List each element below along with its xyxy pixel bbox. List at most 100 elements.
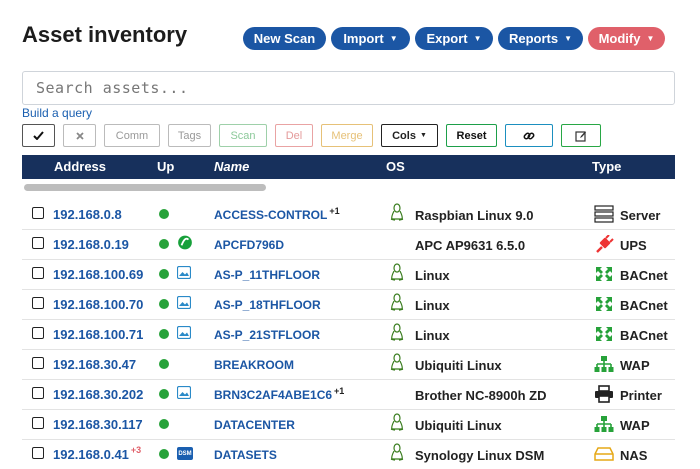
- type-label: BACnet: [620, 268, 668, 283]
- deselect-button[interactable]: [63, 124, 96, 147]
- edit-icon: [575, 130, 586, 142]
- table-row[interactable]: 192.168.0.41 +3 DSM DATASETS Synology Lin…: [22, 439, 675, 469]
- row-checkbox[interactable]: [32, 447, 44, 459]
- status-up-icon: [159, 239, 169, 249]
- column-header-name[interactable]: Name: [214, 159, 249, 174]
- reports-button[interactable]: Reports ▼: [498, 27, 583, 50]
- table-row[interactable]: 192.168.100.70 AS-P_18THFLOOR Linux BACn…: [22, 289, 675, 319]
- asset-name-link[interactable]: APCFD796D: [214, 238, 284, 252]
- merge-button[interactable]: Merge: [321, 124, 373, 147]
- asset-name-link[interactable]: BREAKROOM: [214, 358, 294, 372]
- horizontal-scrollbar[interactable]: [24, 184, 266, 191]
- asset-address-link[interactable]: 192.168.0.41 +3: [53, 445, 141, 462]
- type-label: BACnet: [620, 298, 668, 313]
- type-label: Printer: [620, 388, 662, 403]
- modify-button[interactable]: Modify ▼: [588, 27, 665, 50]
- asset-name-link[interactable]: DATASETS: [214, 448, 277, 462]
- reset-button[interactable]: Reset: [446, 124, 497, 147]
- os-label: Linux: [415, 328, 450, 343]
- linux-icon: [390, 293, 404, 311]
- table-row[interactable]: 192.168.30.202 BRN3C2AF4ABE1C6 +1 Brother…: [22, 379, 675, 409]
- table-row[interactable]: 192.168.0.19 APCFD796D APC AP9631 6.5.0 …: [22, 229, 675, 259]
- table-header: Address Up Name OS Type: [22, 155, 675, 179]
- table-row[interactable]: 192.168.100.71 AS-P_21STFLOOR Linux BACn…: [22, 319, 675, 349]
- link-button[interactable]: [505, 124, 553, 147]
- os-label: Synology Linux DSM: [415, 448, 545, 463]
- asset-table-body: 192.168.0.8 ACCESS-CONTROL +1 Raspbian Li…: [22, 200, 675, 469]
- asset-name-link[interactable]: AS-P_18THFLOOR: [214, 298, 321, 312]
- server-icon: [594, 205, 614, 223]
- status-up-icon: [159, 299, 169, 309]
- row-checkbox[interactable]: [32, 387, 44, 399]
- table-row[interactable]: 192.168.0.8 ACCESS-CONTROL +1 Raspbian Li…: [22, 200, 675, 229]
- check-icon: [33, 131, 44, 140]
- asset-address-link[interactable]: 192.168.0.8: [53, 207, 122, 222]
- asset-address-link[interactable]: 192.168.0.19: [53, 237, 129, 252]
- asset-name-link[interactable]: DATACENTER: [214, 418, 295, 432]
- os-label: Ubiquiti Linux: [415, 418, 502, 433]
- caret-down-icon: ▼: [389, 34, 398, 43]
- type-label: Server: [620, 208, 661, 223]
- asset-name-link[interactable]: BRN3C2AF4ABE1C6 +1: [214, 386, 344, 402]
- column-header-os[interactable]: OS: [386, 159, 405, 174]
- column-header-address[interactable]: Address: [54, 159, 106, 174]
- row-checkbox[interactable]: [32, 357, 44, 369]
- search-input[interactable]: Search assets...: [22, 71, 675, 105]
- tags-button[interactable]: Tags: [168, 124, 211, 147]
- linux-icon: [390, 413, 404, 431]
- asset-address-link[interactable]: 192.168.100.69: [53, 267, 143, 282]
- caret-down-icon: ▼: [646, 34, 655, 43]
- asset-name-link[interactable]: AS-P_11THFLOOR: [214, 268, 320, 282]
- asset-address-link[interactable]: 192.168.30.202: [53, 387, 143, 402]
- os-label: Brother NC-8900h ZD: [415, 388, 547, 403]
- asset-address-link[interactable]: 192.168.30.117: [53, 417, 143, 432]
- asset-address-link[interactable]: 192.168.30.47: [53, 357, 136, 372]
- delete-button[interactable]: Del: [275, 124, 313, 147]
- status-up-icon: [159, 449, 169, 459]
- scan-button[interactable]: Scan: [219, 124, 267, 147]
- build-query-link[interactable]: Build a query: [22, 106, 92, 120]
- asset-address-link[interactable]: 192.168.100.71: [53, 327, 143, 342]
- export-button[interactable]: Export ▼: [415, 27, 493, 50]
- table-row[interactable]: 192.168.30.47 BREAKROOM Ubiquiti Linux W…: [22, 349, 675, 379]
- image-icon: [177, 296, 191, 309]
- import-button[interactable]: Import ▼: [331, 27, 410, 50]
- status-up-icon: [159, 209, 169, 219]
- toolbar: Comm Tags Scan Del Merge Cols ▼ Reset: [22, 124, 601, 147]
- type-label: UPS: [620, 238, 647, 253]
- row-checkbox[interactable]: [32, 207, 44, 219]
- column-header-up[interactable]: Up: [157, 159, 174, 174]
- header-button-group: New Scan Import ▼ Export ▼ Reports ▼ Modify…: [243, 27, 665, 50]
- bacnet-icon: [596, 327, 612, 341]
- caret-down-icon: ▼: [564, 34, 573, 43]
- row-checkbox[interactable]: [32, 267, 44, 279]
- edit-button[interactable]: [561, 124, 601, 147]
- select-all-button[interactable]: [22, 124, 55, 147]
- columns-button[interactable]: Cols ▼: [381, 124, 438, 147]
- type-label: WAP: [620, 418, 650, 433]
- asset-name-link[interactable]: ACCESS-CONTROL +1: [214, 206, 340, 222]
- caret-down-icon: ▼: [419, 132, 427, 139]
- row-checkbox[interactable]: [32, 237, 44, 249]
- linux-icon: [390, 353, 404, 371]
- column-header-type[interactable]: Type: [592, 159, 621, 174]
- type-label: BACnet: [620, 328, 668, 343]
- os-label: Ubiquiti Linux: [415, 358, 502, 373]
- network-icon: [594, 356, 614, 372]
- row-checkbox[interactable]: [32, 297, 44, 309]
- asset-address-link[interactable]: 192.168.100.70: [53, 297, 143, 312]
- status-up-icon: [159, 269, 169, 279]
- image-icon: [177, 326, 191, 339]
- bacnet-icon: [596, 267, 612, 281]
- comm-button[interactable]: Comm: [104, 124, 160, 147]
- row-checkbox[interactable]: [32, 327, 44, 339]
- row-checkbox[interactable]: [32, 417, 44, 429]
- asset-name-link[interactable]: AS-P_21STFLOOR: [214, 328, 320, 342]
- linux-icon: [390, 263, 404, 281]
- table-row[interactable]: 192.168.100.69 AS-P_11THFLOOR Linux BACn…: [22, 259, 675, 289]
- linux-icon: [390, 323, 404, 341]
- bacnet-icon: [596, 297, 612, 311]
- status-up-icon: [159, 359, 169, 369]
- new-scan-button[interactable]: New Scan: [243, 27, 326, 50]
- table-row[interactable]: 192.168.30.117 DATACENTER Ubiquiti Linux…: [22, 409, 675, 439]
